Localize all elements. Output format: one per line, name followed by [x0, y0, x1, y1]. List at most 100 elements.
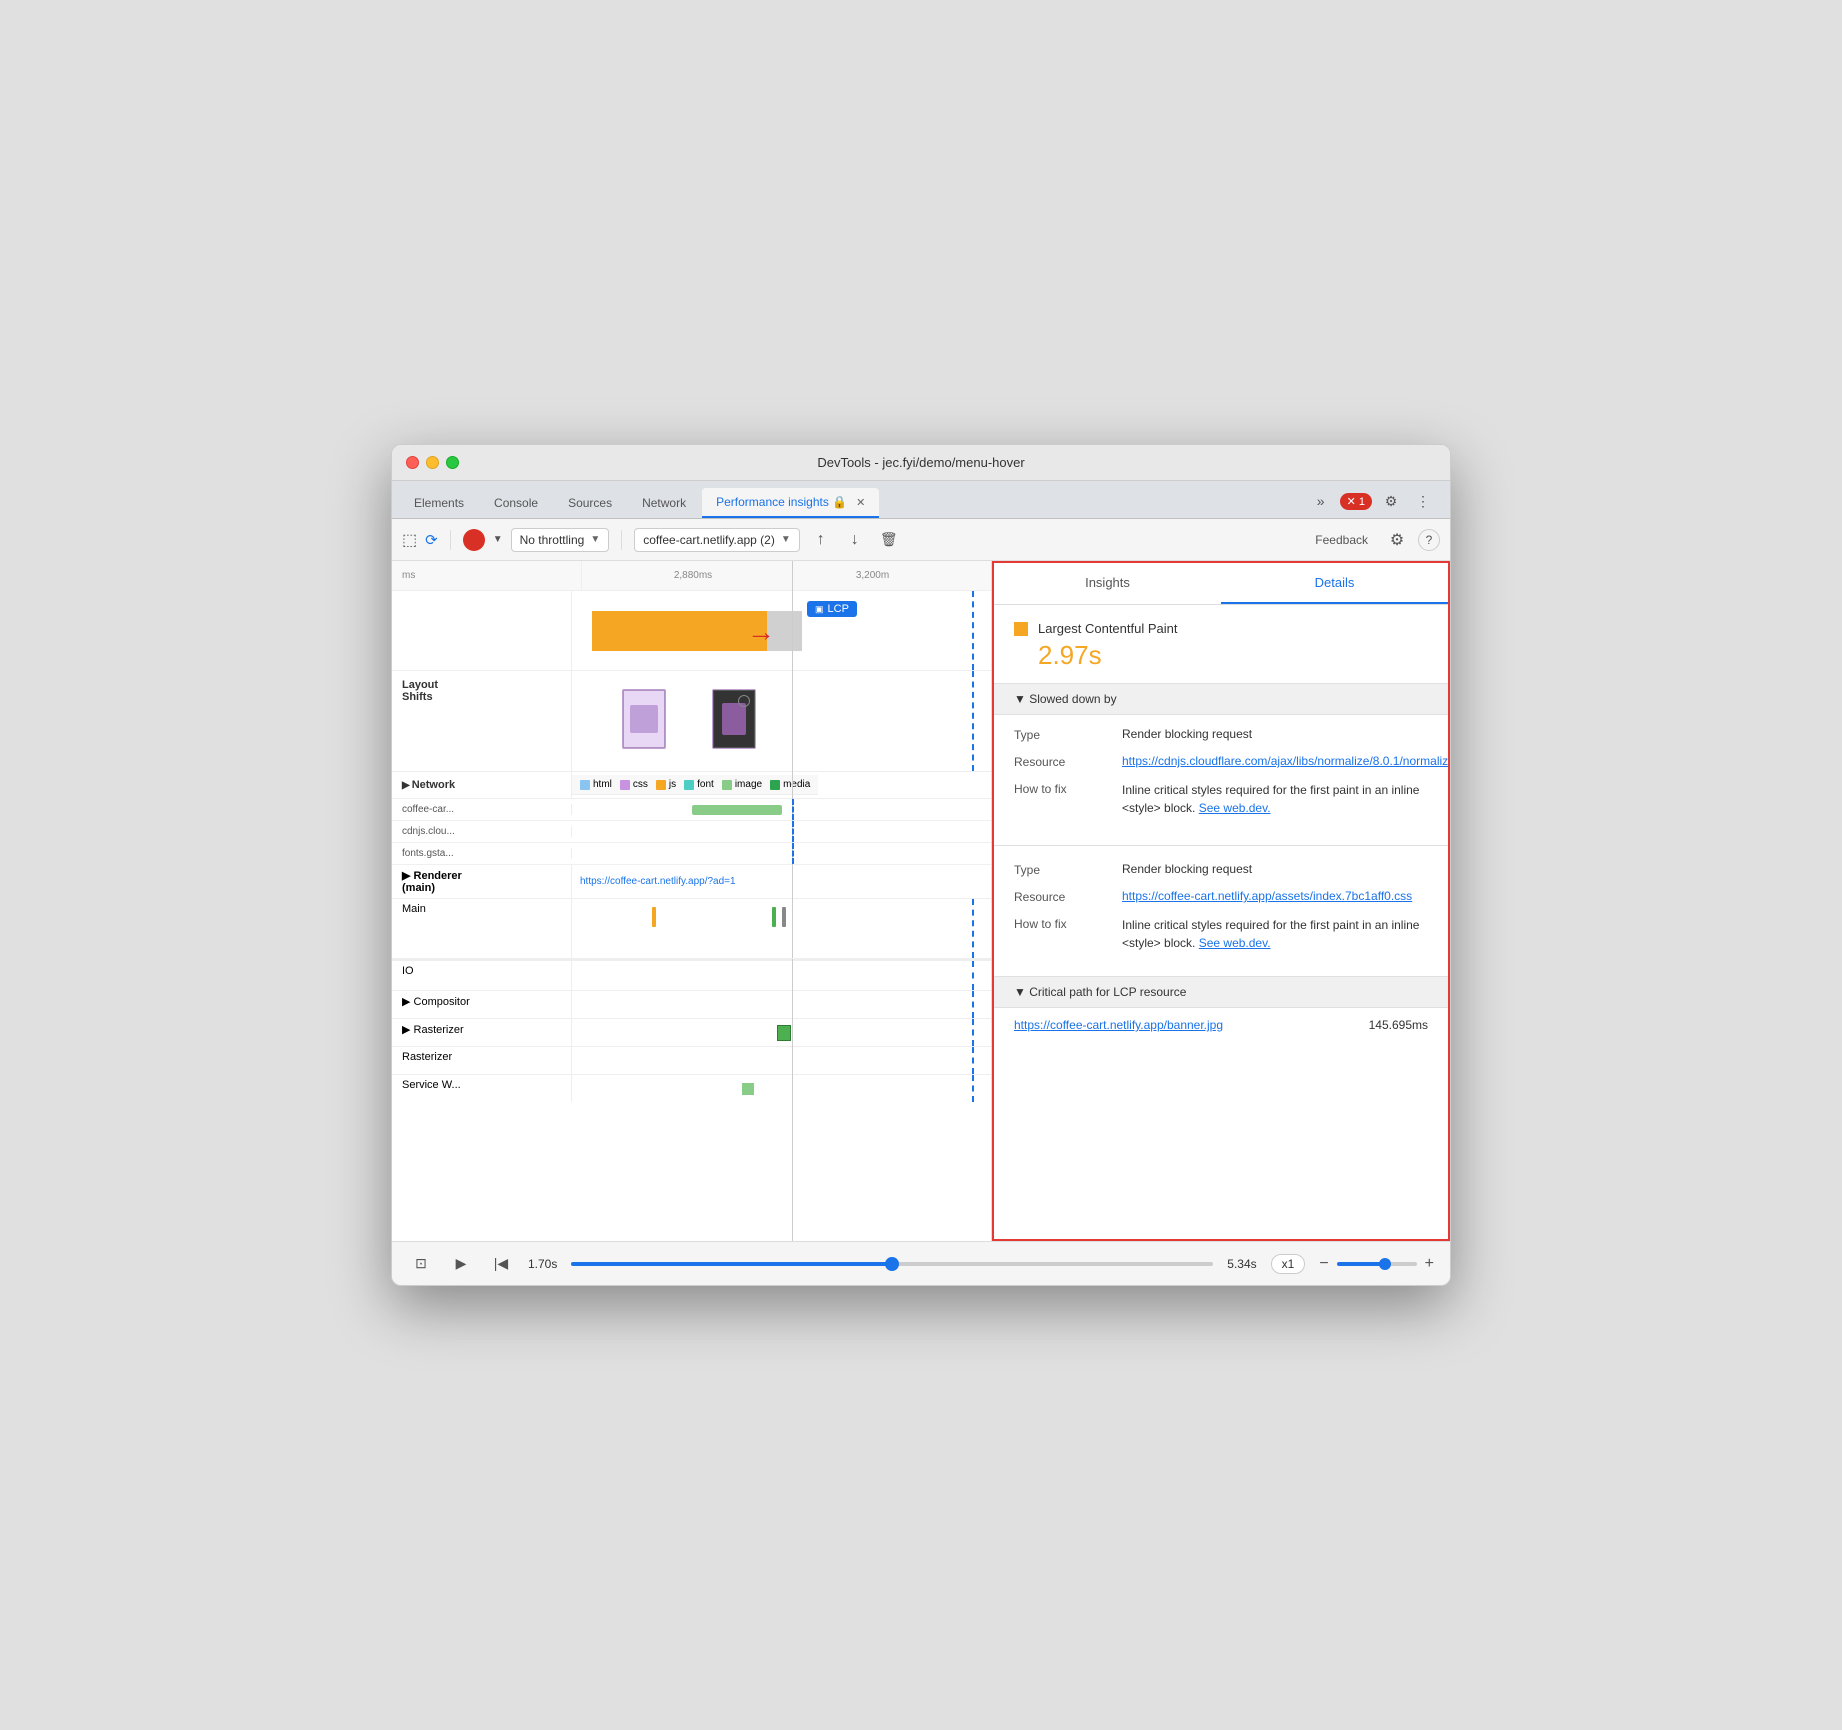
timeline-unit: ms [402, 570, 415, 581]
throttling-label: No throttling [520, 533, 585, 547]
net-row-2-bars [572, 821, 991, 842]
zoom-slider[interactable] [1337, 1262, 1417, 1266]
minimize-button[interactable] [426, 456, 439, 469]
timeline-playback-slider[interactable] [571, 1262, 1213, 1266]
tab-console[interactable]: Console [480, 488, 552, 518]
close-button[interactable] [406, 456, 419, 469]
critical-path-link[interactable]: https://coffee-cart.netlify.app/banner.j… [1014, 1018, 1223, 1032]
toolbar-settings-icon[interactable]: ⚙ [1384, 527, 1410, 553]
rasterizer-row-1: ▶ Rasterizer [392, 1018, 991, 1046]
lcp-color-icon [1014, 622, 1028, 636]
rasterizer-2-content [572, 1047, 991, 1074]
tab-bar: Elements Console Sources Network Perform… [392, 481, 1450, 519]
resource-row-1: Resource https://cdnjs.cloudflare.com/aj… [1014, 754, 1428, 769]
insights-content: Largest Contentful Paint 2.97s ▼ Slowed … [994, 605, 1448, 1239]
lcp-badge[interactable]: LCP [807, 601, 857, 617]
type-label-1: Type [1014, 727, 1114, 742]
type-row-1: Type Render blocking request [1014, 727, 1428, 742]
red-arrow-icon: → [747, 616, 775, 648]
more-options-icon[interactable]: ⋮ [1410, 488, 1436, 514]
flame-2 [772, 907, 776, 927]
skip-start-button[interactable]: |◀ [488, 1251, 514, 1277]
zoom-in-icon[interactable]: + [1425, 1255, 1434, 1273]
tab-network[interactable]: Network [628, 488, 700, 518]
resource-label-2: Resource [1014, 889, 1114, 904]
tab-sources[interactable]: Sources [554, 488, 626, 518]
feedback-button[interactable]: Feedback [1307, 529, 1376, 551]
legend-font-dot [684, 780, 694, 790]
zoom-out-icon[interactable]: − [1319, 1255, 1328, 1273]
more-tabs-button[interactable]: » [1308, 488, 1334, 514]
titlebar: DevTools - jec.fyi/demo/menu-hover [392, 445, 1450, 481]
play-button[interactable]: ▶ [448, 1251, 474, 1277]
tab-insights[interactable]: Insights [994, 563, 1221, 604]
slowed-entry-1: Type Render blocking request Resource ht… [994, 715, 1448, 841]
compositor-row: ▶ Compositor [392, 990, 991, 1018]
slowed-down-heading: ▼ Slowed down by [994, 683, 1448, 715]
timeline-marker-1: 2,880ms [674, 570, 712, 581]
tab-elements[interactable]: Elements [400, 488, 478, 518]
resource-link-1[interactable]: https://cdnjs.cloudflare.com/ajax/libs/n… [1122, 754, 1448, 769]
close-tab-icon[interactable]: ✕ [856, 496, 865, 509]
timeline-marker-2: 3,200m [856, 570, 889, 581]
lcp-orange-bar [592, 611, 767, 651]
layout-dashed-line [972, 671, 974, 771]
renderer-url[interactable]: https://coffee-cart.netlify.app/?ad=1 [572, 872, 744, 891]
maximize-button[interactable] [446, 456, 459, 469]
cursor-tool-icon[interactable]: ⬚ [402, 530, 417, 550]
resource-link-2[interactable]: https://coffee-cart.netlify.app/assets/i… [1122, 889, 1428, 904]
tab-details[interactable]: Details [1221, 563, 1448, 604]
legend-js: js [656, 779, 676, 790]
net-dashed-2 [792, 821, 794, 842]
delete-icon[interactable]: 🗑 [876, 527, 902, 553]
download-icon[interactable]: ↓ [842, 527, 868, 553]
flame-1 [652, 907, 656, 927]
devtools-window: DevTools - jec.fyi/demo/menu-hover Eleme… [391, 444, 1451, 1286]
legend-image-dot [722, 780, 732, 790]
multiplier-badge: x1 [1271, 1254, 1306, 1274]
service-worker-label: Service W... [392, 1075, 572, 1102]
net-row-1-label: coffee-car... [392, 804, 572, 815]
traffic-lights [406, 456, 459, 469]
layout-shifts-label: LayoutShifts [392, 671, 572, 771]
bottom-bar: ⊡ ▶ |◀ 1.70s 5.34s x1 − + [392, 1241, 1450, 1285]
net-dashed-1 [792, 799, 794, 820]
profile-dropdown[interactable]: coffee-cart.netlify.app (2) ▼ [634, 528, 800, 552]
dashed-line [972, 591, 974, 670]
insights-tabs: Insights Details [994, 563, 1448, 605]
renderer-main-label: Main [392, 899, 572, 958]
io-content [572, 961, 991, 990]
lcp-section: → LCP [392, 591, 991, 671]
network-section: ▶ Network html css js [392, 772, 991, 865]
divider-1 [994, 845, 1448, 846]
right-panel: Insights Details Largest Contentful Pain… [992, 561, 1450, 1241]
resource-row-2: Resource https://coffee-cart.netlify.app… [1014, 889, 1428, 904]
network-row-3: fonts.gsta... [392, 843, 991, 865]
howtofix-link-1[interactable]: See web.dev. [1199, 801, 1271, 815]
renderer-section: ▶ Renderer(main) https://coffee-cart.net… [392, 865, 991, 960]
net-dashed-3 [792, 843, 794, 864]
end-time: 5.34s [1227, 1257, 1256, 1271]
legend-font: font [684, 779, 714, 790]
howtofix-label-2: How to fix [1014, 916, 1114, 952]
settings-icon[interactable]: ⚙ [1378, 488, 1404, 514]
error-badge[interactable]: ✕ 1 [1340, 493, 1372, 510]
throttling-dropdown[interactable]: No throttling ▼ [511, 528, 610, 552]
tab-performance-insights[interactable]: Performance insights 🔒 ✕ [702, 488, 879, 518]
type-value-1: Render blocking request [1122, 727, 1428, 742]
throttling-dropdown-arrow: ▼ [590, 534, 600, 545]
record-button[interactable] [463, 529, 485, 551]
compositor-content [572, 991, 991, 1018]
rasterizer-2-label: Rasterizer [392, 1047, 572, 1074]
upload-icon[interactable]: ↑ [808, 527, 834, 553]
renderer-main-content [572, 899, 991, 958]
net-row-3-bars [572, 843, 991, 864]
howtofix-link-2[interactable]: See web.dev. [1199, 936, 1271, 950]
dropdown-arrow-record[interactable]: ▼ [493, 534, 503, 545]
help-icon[interactable]: ? [1418, 529, 1440, 551]
rasterizer-block [777, 1025, 791, 1041]
screenshot-icon[interactable]: ⊡ [408, 1251, 434, 1277]
slider-thumb [885, 1257, 899, 1271]
nav-tool-icon[interactable]: ⟳ [425, 531, 438, 549]
thumbnail-2 [712, 689, 756, 749]
